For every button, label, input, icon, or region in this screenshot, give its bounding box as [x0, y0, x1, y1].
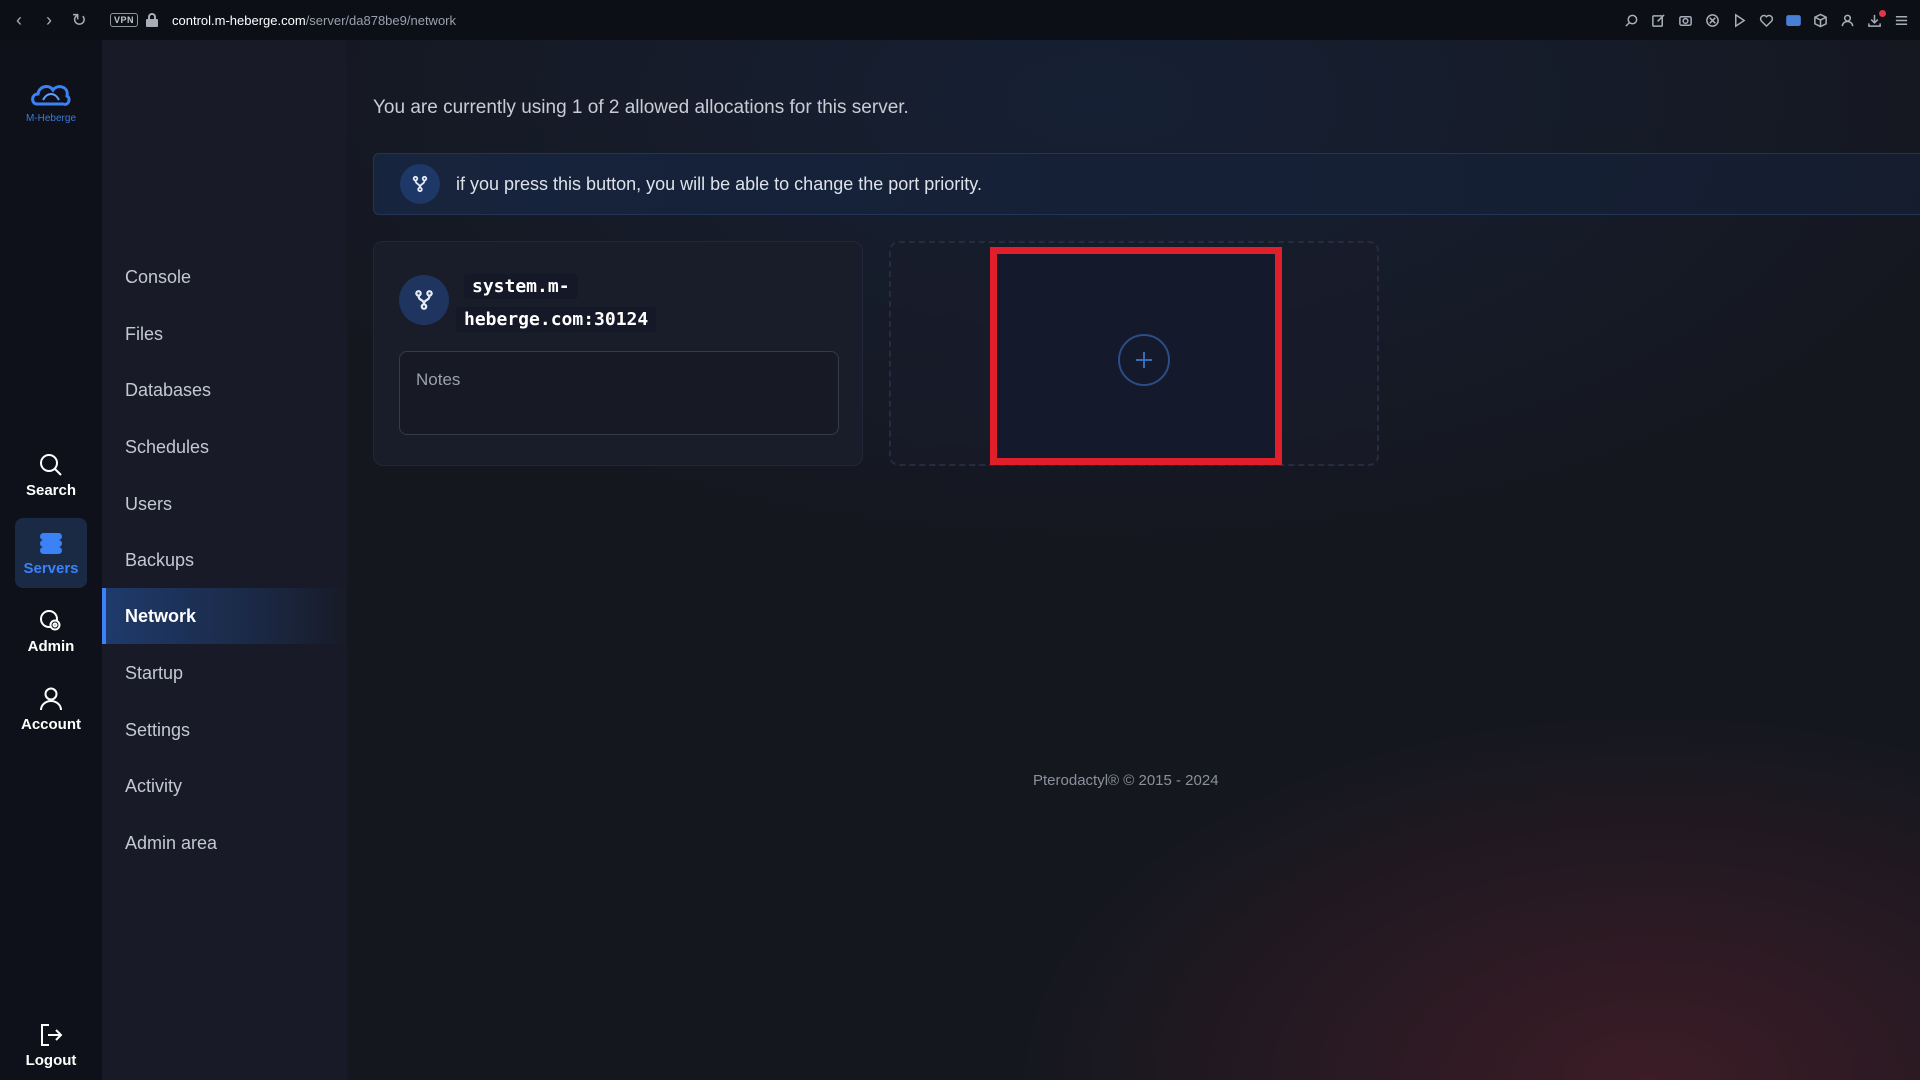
brand-logo[interactable]: M-Heberge: [20, 80, 82, 130]
subnav-item-network[interactable]: Network: [102, 588, 347, 644]
zoom-icon[interactable]: [1623, 12, 1640, 29]
rail-servers-label: Servers: [23, 560, 79, 577]
allocation-address-line2: heberge.com:30124: [456, 307, 657, 332]
lock-icon[interactable]: [146, 13, 159, 27]
subnav-item-settings[interactable]: Settings: [102, 702, 347, 758]
servers-icon: [40, 533, 62, 554]
address-bar[interactable]: control.m-heberge.com/server/da878be9/ne…: [172, 13, 456, 28]
copyright-text: Pterodactyl® © 2015 - 2024: [1033, 772, 1219, 789]
add-allocation-card: [889, 241, 1379, 466]
rail-servers[interactable]: Servers: [15, 518, 87, 588]
admin-icon: [40, 610, 61, 631]
browser-toolbar: ‹ › ↻ VPN control.m-heberge.com/server/d…: [0, 0, 1920, 40]
search-icon: [40, 454, 62, 476]
network-page: You are currently using 1 of 2 allowed a…: [347, 40, 1920, 1080]
allocation-address-line1: system.m-: [464, 274, 578, 299]
block-icon[interactable]: [1704, 12, 1721, 29]
allocation-address[interactable]: system.m- heberge.com:30124: [456, 270, 674, 336]
back-icon[interactable]: ‹: [4, 0, 34, 40]
screen: ‹ › ↻ VPN control.m-heberge.com/server/d…: [0, 0, 1920, 1080]
info-banner-text: if you press this button, you will be ab…: [456, 173, 982, 194]
reload-icon[interactable]: ↻: [64, 0, 94, 40]
subnav-item-users[interactable]: Users: [102, 476, 347, 532]
url-path: /server/da878be9/network: [305, 12, 456, 28]
rail-search[interactable]: Search: [15, 440, 87, 510]
brand-logo-text: M-Heberge: [25, 113, 77, 124]
profile-icon[interactable]: [1839, 12, 1856, 29]
add-allocation-button[interactable]: [1118, 334, 1170, 386]
port-priority-info-banner: if you press this button, you will be ab…: [373, 153, 1920, 215]
network-fork-icon[interactable]: [400, 164, 440, 204]
extension-icon[interactable]: [1785, 12, 1802, 29]
download-icon[interactable]: [1866, 9, 1886, 29]
rail-admin-label: Admin: [27, 638, 75, 655]
forward-icon[interactable]: ›: [34, 0, 64, 40]
icon-rail: M-Heberge Search Servers Admin Account L…: [0, 40, 102, 1080]
subnav-item-schedules[interactable]: Schedules: [102, 419, 347, 475]
cube-icon[interactable]: [1812, 12, 1829, 29]
rail-search-label: Search: [25, 482, 77, 499]
browser-extensions: [1623, 0, 1910, 40]
notes-input[interactable]: [399, 351, 839, 435]
heart-icon[interactable]: [1758, 12, 1775, 29]
rail-account[interactable]: Account: [15, 674, 87, 744]
allocation-card: system.m- heberge.com:30124: [373, 241, 863, 466]
subnav-item-files[interactable]: Files: [102, 306, 347, 362]
logout-icon: [41, 1024, 63, 1046]
allocation-usage-text: You are currently using 1 of 2 allowed a…: [373, 97, 909, 118]
rail-logout[interactable]: Logout: [15, 1010, 87, 1080]
subnav-item-console[interactable]: Console: [102, 249, 347, 305]
user-icon: [40, 687, 62, 711]
plus-icon: [1136, 352, 1152, 368]
subnav-item-activity[interactable]: Activity: [102, 758, 347, 814]
rail-account-label: Account: [21, 716, 81, 733]
menu-icon[interactable]: [1893, 12, 1910, 29]
subnav-item-startup[interactable]: Startup: [102, 645, 347, 701]
url-host: control.m-heberge.com: [172, 12, 306, 28]
subnav-item-admin-area[interactable]: Admin area: [102, 815, 347, 871]
subnav-item-databases[interactable]: Databases: [102, 362, 347, 418]
server-subnav: Console Files Databases Schedules Users …: [102, 40, 347, 1080]
subnav-item-backups[interactable]: Backups: [102, 532, 347, 588]
cloud-logo-icon: [31, 85, 71, 106]
rail-logout-label: Logout: [25, 1052, 77, 1069]
camera-icon[interactable]: [1677, 12, 1694, 29]
play-icon[interactable]: [1731, 12, 1748, 29]
edit-icon[interactable]: [1650, 12, 1667, 29]
rail-admin[interactable]: Admin: [15, 596, 87, 666]
highlight-box: [990, 247, 1282, 465]
vpn-badge[interactable]: VPN: [110, 13, 139, 27]
network-fork-icon: [399, 275, 449, 325]
